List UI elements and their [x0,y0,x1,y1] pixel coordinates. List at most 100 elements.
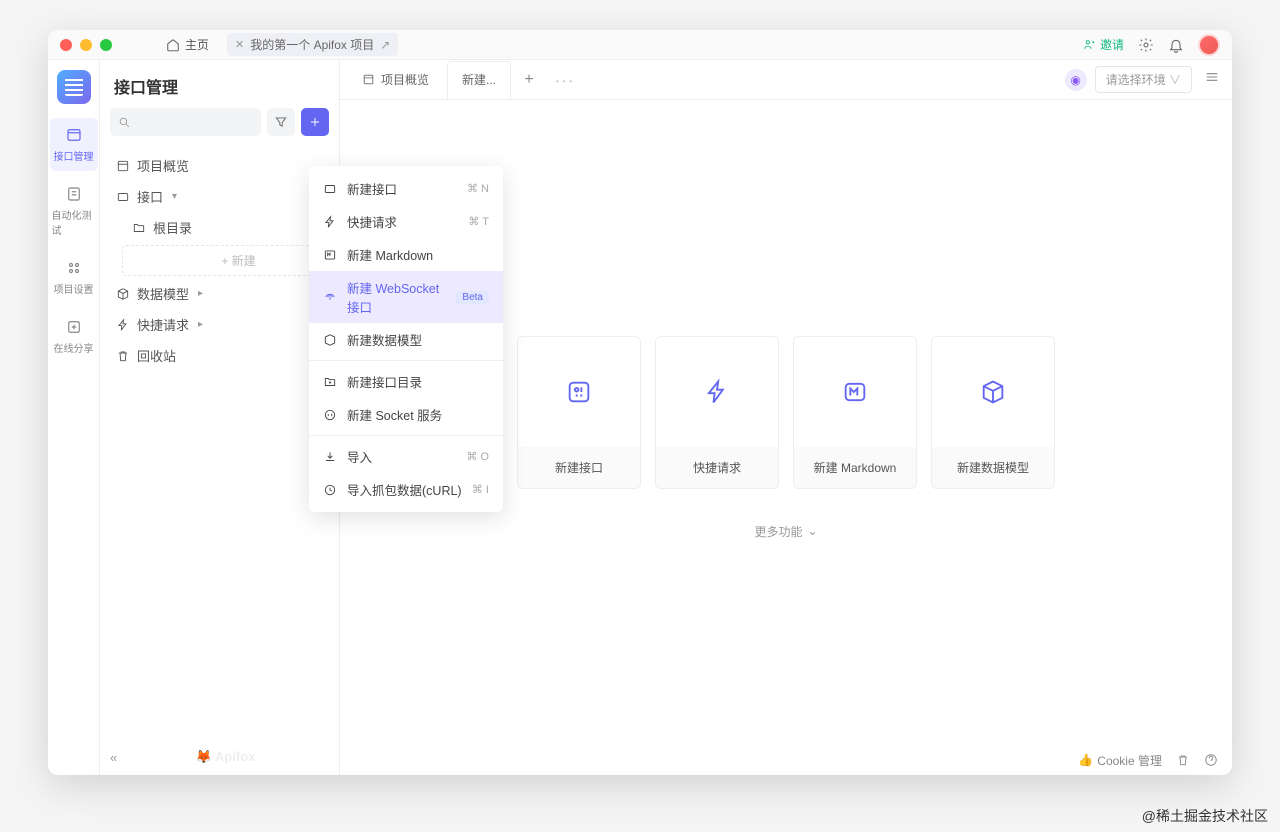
home-label: 主页 [185,36,209,53]
maximize-window[interactable] [100,39,112,51]
nav-share[interactable]: 在线分享 [50,310,98,363]
markdown-card-icon [841,378,869,406]
new-tab-button[interactable]: + [515,66,543,94]
app-window: 主页 ✕ 我的第一个 Apifox 项目 ↗ 邀请 接口管理 [48,30,1232,775]
tree-recycle[interactable]: 回收站 [108,340,331,371]
bolt-icon [323,215,337,229]
websocket-icon [323,290,337,304]
dd-new-directory[interactable]: 新建接口目录 [309,365,503,398]
cube-icon [116,287,130,301]
tree-interface[interactable]: 接口 ▾ [108,181,331,212]
import-icon [323,450,337,464]
dd-new-interface[interactable]: 新建接口 ⌘ N [309,172,503,205]
titlebar-right: 邀请 [1083,34,1220,56]
folder-icon [132,221,146,235]
env-select[interactable]: 请选择环境 ∨ [1095,66,1192,93]
invite-button[interactable]: 邀请 [1083,36,1124,53]
dd-new-websocket[interactable]: 新建 WebSocket 接口 Beta [309,271,503,323]
nav-rail: 接口管理 自动化测试 项目设置 在线分享 [48,60,100,775]
close-tab-icon[interactable]: ✕ [235,38,244,51]
titlebar: 主页 ✕ 我的第一个 Apifox 项目 ↗ 邀请 [48,30,1232,60]
markdown-icon [323,248,337,262]
automation-icon [65,185,83,203]
dd-new-markdown[interactable]: 新建 Markdown [309,238,503,271]
add-button[interactable] [301,108,329,136]
card-grid: 新建接口 快捷请求 新建 Markdown 新建数据模型 [517,336,1055,489]
overview-icon [116,159,130,173]
chevron-right-icon: ▸ [198,288,203,299]
help-icon [1204,753,1218,767]
project-tab-label: 我的第一个 Apifox 项目 [250,36,374,53]
window-controls [60,39,112,51]
sidebar-title: 接口管理 [100,60,339,108]
project-tab[interactable]: ✕ 我的第一个 Apifox 项目 ↗ [227,33,398,56]
filter-icon [274,115,288,129]
avatar[interactable] [1198,34,1220,56]
close-window[interactable] [60,39,72,51]
card-new-data-model[interactable]: 新建数据模型 [931,336,1055,489]
overview-icon [362,73,375,86]
filter-button[interactable] [267,108,295,136]
bell-icon[interactable] [1168,37,1184,53]
footer-trash[interactable] [1176,753,1190,767]
add-dropdown: 新建接口 ⌘ N 快捷请求 ⌘ T 新建 Markdown 新建 WebSock… [309,166,503,512]
app-logo[interactable] [57,70,91,104]
panel-menu[interactable] [1200,65,1224,94]
tab-more-button[interactable]: ··· [547,72,583,88]
cookie-management[interactable]: 👍 Cookie 管理 [1078,752,1162,769]
tabs: 项目概览 新建... + ··· ◉ 请选择环境 ∨ [340,60,1232,100]
nav-automation[interactable]: 自动化测试 [50,177,98,245]
dd-quick-request[interactable]: 快捷请求 ⌘ T [309,205,503,238]
tab-overview[interactable]: 项目概览 [348,61,443,99]
cube-icon [323,333,337,347]
more-functions[interactable]: 更多功能 ⌄ [754,523,817,540]
card-new-interface[interactable]: 新建接口 [517,336,641,489]
page-watermark: @稀土掘金技术社区 [1142,806,1268,826]
folder-plus-icon [323,375,337,389]
search-input[interactable] [110,108,261,136]
sidebar: 接口管理 项目概览 接口 [100,60,340,775]
divider [309,435,503,436]
external-icon: ↗ [380,38,390,52]
user-plus-icon [1083,38,1096,51]
tree-root-dir[interactable]: 根目录 [108,212,331,243]
tree-data-model[interactable]: 数据模型 ▸ [108,278,331,309]
dd-new-data-model[interactable]: 新建数据模型 [309,323,503,356]
plus-icon [308,115,322,129]
dd-new-socket[interactable]: 新建 Socket 服务 [309,398,503,431]
sidebar-tools [100,108,339,146]
nav-project-settings[interactable]: 项目设置 [50,251,98,304]
interface-icon [116,190,130,204]
menu-icon [1204,69,1220,85]
dd-import-curl[interactable]: 导入抓包数据(cURL) ⌘ I [309,473,503,506]
env-indicator[interactable]: ◉ [1065,69,1087,91]
tree-overview[interactable]: 项目概览 [108,150,331,181]
settings-icon[interactable] [1138,37,1154,53]
socket-icon [323,408,337,422]
card-new-markdown[interactable]: 新建 Markdown [793,336,917,489]
api-card-icon [565,378,593,406]
bolt-icon [116,318,130,332]
search-icon [118,116,131,129]
body: 接口管理 自动化测试 项目设置 在线分享 接口管理 [48,60,1232,775]
dd-import[interactable]: 导入 ⌘ O [309,440,503,473]
tree-new-placeholder[interactable]: + 新建 [122,245,317,276]
home-tab[interactable]: 主页 [156,32,219,57]
collapse-sidebar[interactable]: « [110,750,117,765]
chevron-down-icon: ⌄ [807,524,817,538]
minimize-window[interactable] [80,39,92,51]
chevron-down-icon: ▾ [172,191,177,202]
trash-icon [116,349,130,363]
nav-api-management[interactable]: 接口管理 [50,118,98,171]
api-icon [323,182,337,196]
api-icon [65,126,83,144]
tab-new[interactable]: 新建... [447,61,511,99]
tree: 项目概览 接口 ▾ 根目录 + 新建 数据模型 ▸ [100,146,339,775]
bolt-card-icon [703,378,731,406]
chevron-right-icon: ▸ [198,319,203,330]
footer-help[interactable] [1204,753,1218,767]
divider [309,360,503,361]
tree-quick-request[interactable]: 快捷请求 ▸ [108,309,331,340]
card-quick-request[interactable]: 快捷请求 [655,336,779,489]
share-icon [65,318,83,336]
